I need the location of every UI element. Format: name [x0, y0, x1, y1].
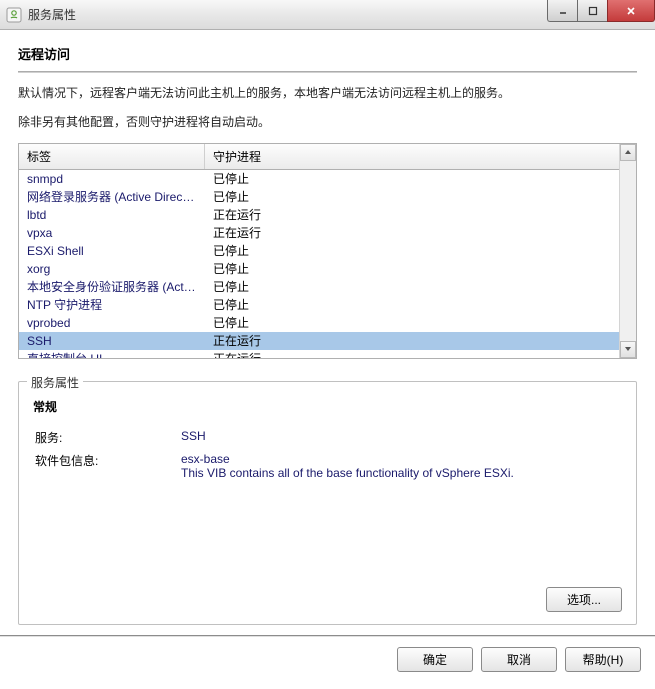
service-name-cell: NTP 守护进程: [19, 296, 205, 314]
maximize-button[interactable]: [577, 0, 607, 22]
table-body: snmpd已停止网络登录服务器 (Active Directory...已停止l…: [19, 170, 636, 358]
service-label: 服务:: [31, 429, 181, 446]
services-table: 标签 守护进程 snmpd已停止网络登录服务器 (Active Director…: [18, 143, 637, 359]
fieldset-legend: 服务属性: [27, 374, 83, 391]
ok-button[interactable]: 确定: [397, 647, 473, 672]
dialog-content: 远程访问 默认情况下，远程客户端无法访问此主机上的服务，本地客户端无法访问远程主…: [0, 30, 655, 635]
service-value: SSH: [181, 429, 624, 446]
service-status-cell: 已停止: [205, 242, 636, 260]
service-name-cell: 网络登录服务器 (Active Directory...: [19, 188, 205, 206]
table-row[interactable]: NTP 守护进程已停止: [19, 296, 636, 314]
close-button[interactable]: [607, 0, 655, 22]
table-row[interactable]: ESXi Shell已停止: [19, 242, 636, 260]
table-row[interactable]: vpxa正在运行: [19, 224, 636, 242]
service-status-cell: 已停止: [205, 278, 636, 296]
table-row[interactable]: SSH正在运行: [19, 332, 636, 350]
title-bar: 服务属性: [0, 0, 655, 30]
service-name-cell: vpxa: [19, 224, 205, 242]
service-name-cell: xorg: [19, 260, 205, 278]
service-status-cell: 已停止: [205, 260, 636, 278]
scroll-track[interactable]: [620, 161, 636, 341]
table-scrollbar[interactable]: [619, 144, 636, 358]
package-info-value: esx-base This VIB contains all of the ba…: [181, 452, 624, 480]
table-row[interactable]: 直接控制台 UI正在运行: [19, 350, 636, 358]
service-status-cell: 正在运行: [205, 350, 636, 358]
service-name-cell: vprobed: [19, 314, 205, 332]
minimize-button[interactable]: [547, 0, 577, 22]
app-icon: [6, 7, 22, 23]
remote-description-1: 默认情况下，远程客户端无法访问此主机上的服务，本地客户端无法访问远程主机上的服务…: [18, 85, 637, 102]
package-info-label: 软件包信息:: [31, 452, 181, 480]
service-name-cell: lbtd: [19, 206, 205, 224]
service-status-cell: 正在运行: [205, 224, 636, 242]
table-row[interactable]: lbtd正在运行: [19, 206, 636, 224]
scroll-up-button[interactable]: [620, 144, 636, 161]
table-row[interactable]: 网络登录服务器 (Active Directory...已停止: [19, 188, 636, 206]
remote-access-heading: 远程访问: [18, 44, 637, 63]
heading-underline: [18, 71, 637, 73]
window-title: 服务属性: [28, 6, 76, 23]
package-name: esx-base: [181, 452, 230, 466]
cancel-button[interactable]: 取消: [481, 647, 557, 672]
service-status-cell: 正在运行: [205, 332, 636, 350]
column-header-status[interactable]: 守护进程: [205, 144, 636, 169]
service-name-cell: SSH: [19, 332, 205, 350]
service-status-cell: 正在运行: [205, 206, 636, 224]
service-name-cell: 直接控制台 UI: [19, 350, 205, 358]
package-description: This VIB contains all of the base functi…: [181, 466, 624, 480]
service-status-cell: 已停止: [205, 296, 636, 314]
general-subtitle: 常规: [33, 398, 624, 415]
service-status-cell: 已停止: [205, 314, 636, 332]
column-header-label[interactable]: 标签: [19, 144, 205, 169]
service-status-cell: 已停止: [205, 170, 636, 188]
table-row[interactable]: vprobed已停止: [19, 314, 636, 332]
table-row[interactable]: 本地安全身份验证服务器 (Active...已停止: [19, 278, 636, 296]
scroll-down-button[interactable]: [620, 341, 636, 358]
remote-description-2: 除非另有其他配置，否则守护进程将自动启动。: [18, 114, 637, 131]
help-button[interactable]: 帮助(H): [565, 647, 641, 672]
table-row[interactable]: snmpd已停止: [19, 170, 636, 188]
service-name-cell: 本地安全身份验证服务器 (Active...: [19, 278, 205, 296]
table-row[interactable]: xorg已停止: [19, 260, 636, 278]
window-system-buttons: [547, 0, 655, 22]
table-header: 标签 守护进程: [19, 144, 636, 170]
service-properties-fieldset: 服务属性 常规 服务: SSH 软件包信息: esx-base This VIB…: [18, 381, 637, 625]
options-button[interactable]: 选项...: [546, 587, 622, 612]
service-name-cell: ESXi Shell: [19, 242, 205, 260]
service-name-cell: snmpd: [19, 170, 205, 188]
service-status-cell: 已停止: [205, 188, 636, 206]
dialog-footer: 确定 取消 帮助(H): [0, 635, 655, 684]
